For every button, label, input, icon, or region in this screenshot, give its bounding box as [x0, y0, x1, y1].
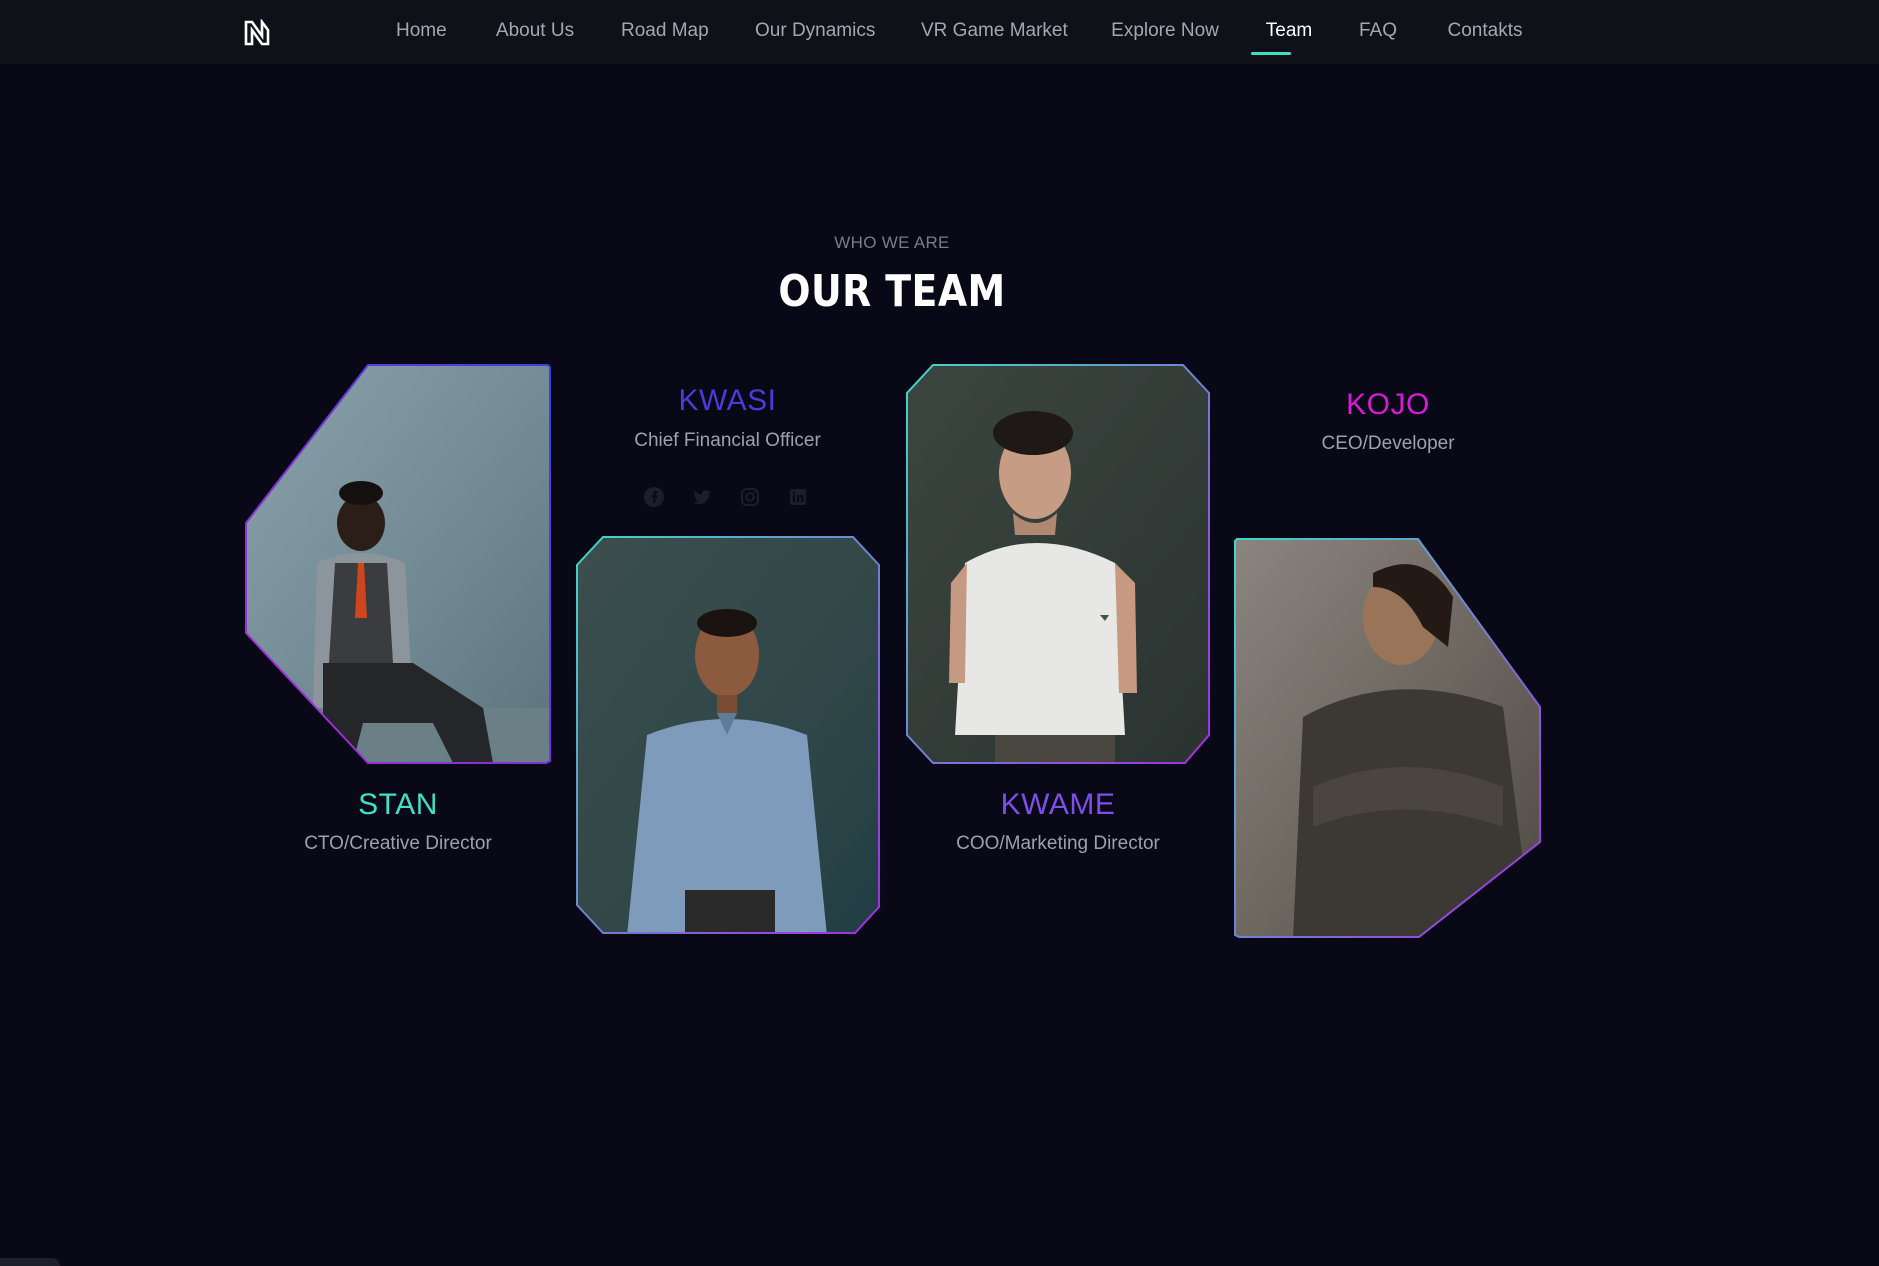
nav-item-explore-now[interactable]: Explore Now	[1110, 20, 1220, 44]
kwasi-social-links	[640, 483, 820, 511]
team-card-kwame[interactable]	[905, 363, 1211, 765]
stan-photo	[245, 364, 551, 764]
member-role-stan: CTO/Creative Director	[304, 833, 492, 854]
member-name-kwame: KWAME	[1000, 788, 1116, 821]
team-card-stan[interactable]	[243, 363, 553, 765]
scroll-edge-indicator	[0, 1258, 60, 1266]
team-card-kwasi[interactable]	[575, 535, 881, 936]
nav-item-contakts[interactable]: Contakts	[1443, 20, 1527, 44]
member-name-kojo: KOJO	[1346, 388, 1430, 421]
instagram-icon[interactable]	[736, 483, 764, 511]
kojo-photo	[1234, 538, 1541, 938]
active-nav-indicator	[1251, 52, 1291, 55]
top-navbar: Home About Us Road Map Our Dynamics VR G…	[0, 0, 1879, 64]
twitter-icon[interactable]	[688, 483, 716, 511]
member-role-kwasi: Chief Financial Officer	[634, 430, 821, 451]
linkedin-icon[interactable]	[784, 483, 812, 511]
member-role-kwame: COO/Marketing Director	[956, 833, 1160, 854]
kwame-photo	[906, 364, 1210, 764]
member-name-stan: STAN	[358, 788, 438, 821]
nav-item-faq[interactable]: FAQ	[1358, 20, 1398, 44]
nav-item-our-dynamics[interactable]: Our Dynamics	[755, 20, 875, 44]
nav-item-road-map[interactable]: Road Map	[621, 20, 709, 44]
main-nav: Home About Us Road Map Our Dynamics VR G…	[0, 0, 1879, 64]
nav-item-team[interactable]: Team	[1264, 20, 1314, 44]
team-card-kojo[interactable]	[1233, 537, 1543, 939]
section-title: OUR TEAM	[778, 266, 1006, 317]
member-name-kwasi: KWASI	[678, 384, 777, 417]
member-role-kojo: CEO/Developer	[1321, 433, 1455, 454]
nav-item-about-us[interactable]: About Us	[495, 20, 575, 44]
section-eyebrow: WHO WE ARE	[834, 233, 950, 252]
facebook-icon[interactable]	[640, 483, 668, 511]
kwasi-photo	[576, 536, 880, 934]
nav-item-home[interactable]: Home	[396, 20, 447, 44]
nav-item-vr-game-market[interactable]: VR Game Market	[921, 20, 1068, 44]
